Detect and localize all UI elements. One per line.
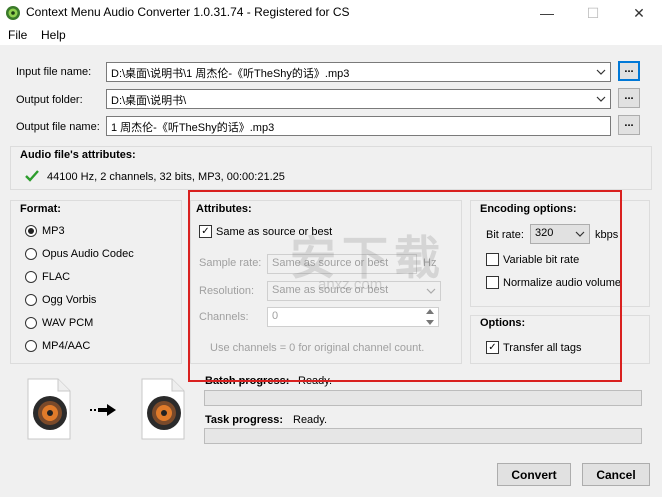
output-folder-value: D:\桌面\说明书\: [111, 95, 187, 107]
chevron-down-icon[interactable]: [594, 65, 608, 79]
menu-file[interactable]: File: [8, 28, 27, 42]
input-browse-button[interactable]: ...: [618, 61, 640, 81]
task-progress-status: Ready.: [293, 414, 328, 426]
format-option-mp3[interactable]: MP3: [25, 225, 65, 237]
batch-progress-bar: [204, 390, 642, 406]
output-file-browse-button[interactable]: ...: [618, 115, 640, 135]
radio-button[interactable]: [25, 317, 37, 329]
maximize-icon: ☐: [586, 4, 600, 21]
output-file-label: Output file name:: [16, 121, 100, 133]
input-file-label: Input file name:: [16, 66, 92, 78]
input-file-combo[interactable]: D:\桌面\说明书\1 周杰伦-《听TheShy的话》.mp3: [106, 62, 611, 82]
radio-button[interactable]: [25, 340, 37, 352]
source-audio-file-icon: [27, 378, 71, 440]
convert-button[interactable]: Convert: [497, 463, 571, 486]
output-folder-browse-button[interactable]: ...: [618, 88, 640, 108]
checkmark-icon: [25, 170, 39, 182]
arrow-right-icon: [90, 404, 116, 416]
task-progress-label: Task progress:: [205, 414, 284, 426]
radio-button[interactable]: [25, 271, 37, 283]
format-option-label: MP4/AAC: [42, 340, 91, 352]
output-file-field[interactable]: 1 周杰伦-《听TheShy的话》.mp3: [106, 116, 611, 136]
format-option-wav[interactable]: WAV PCM: [25, 317, 93, 329]
minimize-icon: —: [540, 5, 554, 21]
maximize-button[interactable]: ☐: [570, 0, 616, 26]
app-icon: [6, 6, 20, 20]
close-button[interactable]: ✕: [616, 0, 662, 26]
chevron-down-icon[interactable]: [594, 92, 608, 106]
output-folder-combo[interactable]: D:\桌面\说明书\: [106, 89, 611, 109]
window-title: Context Menu Audio Converter 1.0.31.74 -…: [26, 5, 350, 19]
menu-bar: [0, 26, 662, 45]
format-option-label: Ogg Vorbis: [42, 294, 97, 306]
audio-attributes-heading: Audio file's attributes:: [20, 149, 136, 161]
cancel-button[interactable]: Cancel: [582, 463, 650, 486]
radio-button[interactable]: [25, 225, 37, 237]
format-option-mp4[interactable]: MP4/AAC: [25, 340, 90, 352]
radio-button[interactable]: [25, 248, 37, 260]
target-audio-file-icon: [141, 378, 185, 440]
output-folder-label: Output folder:: [16, 94, 83, 106]
task-progress-bar: [204, 428, 642, 444]
audio-attributes-value: 44100 Hz, 2 channels, 32 bits, MP3, 00:0…: [47, 171, 285, 183]
format-option-label: MP3: [42, 225, 65, 237]
menu-help[interactable]: Help: [41, 28, 66, 42]
minimize-button[interactable]: —: [524, 0, 570, 26]
input-file-value: D:\桌面\说明书\1 周杰伦-《听TheShy的话》.mp3: [111, 68, 350, 80]
format-option-ogg[interactable]: Ogg Vorbis: [25, 294, 96, 306]
highlight-box: [188, 190, 622, 382]
output-file-value: 1 周杰伦-《听TheShy的话》.mp3: [111, 122, 275, 134]
format-heading: Format:: [20, 203, 61, 215]
format-option-label: Opus Audio Codec: [42, 248, 134, 260]
format-option-label: WAV PCM: [42, 317, 94, 329]
format-option-flac[interactable]: FLAC: [25, 271, 70, 283]
format-option-label: FLAC: [42, 271, 71, 283]
radio-button[interactable]: [25, 294, 37, 306]
format-option-opus[interactable]: Opus Audio Codec: [25, 248, 134, 260]
close-icon: ✕: [633, 4, 645, 21]
